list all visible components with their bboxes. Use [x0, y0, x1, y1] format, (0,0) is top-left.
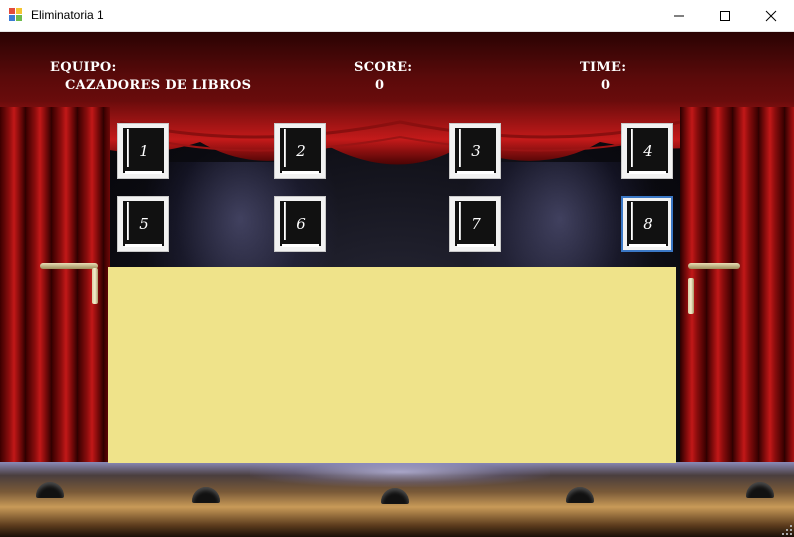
maximize-icon	[720, 10, 730, 21]
tile-number: 7	[471, 215, 481, 233]
stage-background: EQUIPO: CAZADORES DE LIBROS SCORE: 0 TIM…	[0, 32, 794, 537]
team-name: CAZADORES DE LIBROS	[65, 78, 252, 93]
tile-number: 6	[296, 215, 306, 233]
minimize-icon	[674, 15, 684, 16]
app-icon	[9, 8, 22, 21]
book-tile-7[interactable]: 7	[449, 196, 501, 252]
curtain-right	[680, 107, 794, 492]
time-label: TIME:	[580, 60, 627, 75]
book-tile-3[interactable]: 3	[449, 123, 501, 179]
title-bar[interactable]: Eliminatoria 1	[0, 0, 794, 32]
tile-number: 4	[643, 142, 653, 160]
tile-number: 8	[643, 215, 653, 233]
app-window: Eliminatoria 1 EQUIPO: CAZADORES DE LIBR…	[0, 0, 794, 537]
tassel-left	[92, 268, 98, 304]
book-tile-4[interactable]: 4	[621, 123, 673, 179]
minimize-button[interactable]	[656, 0, 702, 31]
maximize-button[interactable]	[702, 0, 748, 31]
book-tile-8[interactable]: 8	[621, 196, 673, 252]
tile-number: 5	[139, 215, 149, 233]
book-tile-6[interactable]: 6	[274, 196, 326, 252]
resize-grip-icon[interactable]	[782, 525, 792, 535]
score-label: SCORE:	[354, 60, 413, 75]
window-title: Eliminatoria 1	[31, 8, 104, 22]
tile-number: 3	[471, 142, 481, 160]
book-tile-2[interactable]: 2	[274, 123, 326, 179]
score-value: 0	[375, 78, 385, 93]
time-value: 0	[601, 78, 611, 93]
tassel-right	[688, 278, 694, 314]
close-icon	[765, 10, 777, 21]
tieback-left	[40, 263, 98, 269]
book-tile-1[interactable]: 1	[117, 123, 169, 179]
tile-number: 1	[139, 142, 149, 160]
team-label: EQUIPO:	[50, 60, 117, 75]
close-button[interactable]	[748, 0, 794, 31]
content-panel	[108, 267, 676, 463]
tile-number: 2	[296, 142, 306, 160]
tieback-right	[688, 263, 740, 269]
book-tile-5[interactable]: 5	[117, 196, 169, 252]
